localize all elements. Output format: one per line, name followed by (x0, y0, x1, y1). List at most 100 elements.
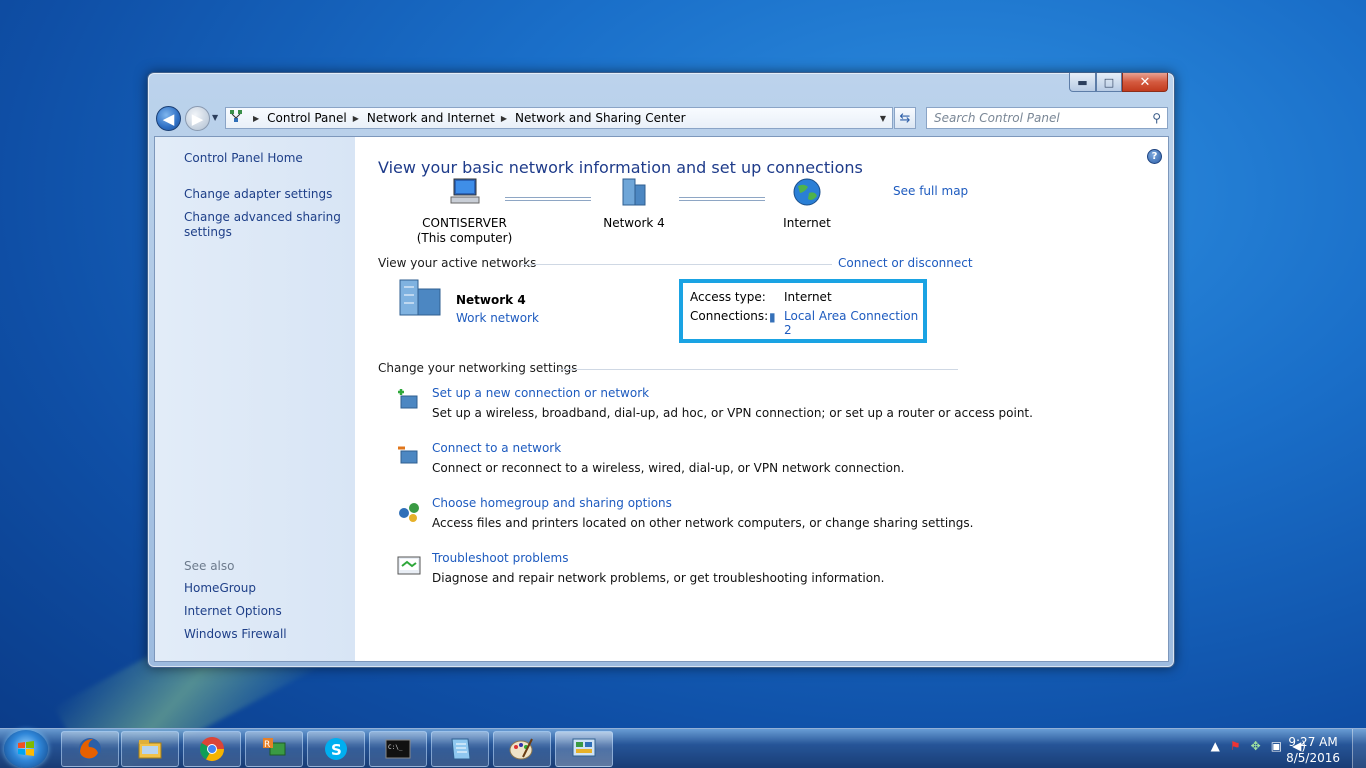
connect-network-icon (398, 446, 418, 464)
taskbar-firefox[interactable] (61, 731, 119, 767)
taskbar-control-panel[interactable] (555, 731, 613, 767)
homegroup-link[interactable]: HomeGroup (184, 581, 344, 596)
see-also-heading: See also (184, 559, 235, 573)
page-title: View your basic network information and … (378, 158, 863, 177)
computer-subtitle: (This computer) (416, 231, 513, 245)
control-panel-home-link[interactable]: Control Panel Home (184, 151, 344, 166)
change-adapter-settings-link[interactable]: Change adapter settings (184, 187, 344, 202)
svg-text:C:\_: C:\_ (388, 744, 403, 751)
section-divider (521, 264, 832, 265)
chrome-icon (199, 737, 224, 762)
access-type-value: Internet (784, 290, 832, 304)
active-network-name: Network 4 (456, 293, 526, 307)
skype-icon: S (325, 738, 347, 760)
homegroup-sharing-desc: Access files and printers located on oth… (432, 516, 974, 530)
setup-connection-desc: Set up a wireless, broadband, dial-up, a… (432, 406, 1033, 420)
connection-line (679, 197, 765, 201)
windows-logo-icon (18, 741, 34, 756)
show-hidden-icons-icon[interactable]: ▲ (1211, 739, 1220, 753)
computer-name: CONTISERVER (422, 216, 507, 230)
map-internet-label: Internet (783, 216, 831, 230)
maximize-button[interactable]: □ (1096, 73, 1122, 92)
taskbar-remote-app[interactable]: R (245, 731, 303, 767)
clock-time: 9:27 AM (1288, 735, 1338, 749)
homegroup-sharing-link[interactable]: Choose homegroup and sharing options (432, 496, 672, 510)
taskbar-command-prompt[interactable]: C:\_ (369, 731, 427, 767)
globe-icon (793, 178, 821, 206)
network-building-icon (622, 178, 646, 206)
start-button[interactable] (4, 730, 48, 768)
breadcrumb-network-sharing-center[interactable]: Network and Sharing Center (515, 111, 686, 125)
map-network-name: Network 4 (603, 216, 665, 230)
control-panel-icon (572, 738, 596, 757)
troubleshoot-icon (397, 556, 421, 575)
map-node-network[interactable]: Network 4 (596, 177, 672, 231)
search-icon[interactable]: ⚲ (1152, 111, 1161, 125)
network-location-icon (229, 109, 247, 127)
caption-buttons: ▬ □ ✕ (1069, 73, 1168, 92)
troubleshoot-desc: Diagnose and repair network problems, or… (432, 571, 885, 585)
connect-network-desc: Connect or reconnect to a wireless, wire… (432, 461, 905, 475)
content-area: Control Panel Home Change adapter settin… (154, 136, 1169, 662)
search-input[interactable]: Search Control Panel ⚲ (926, 107, 1168, 129)
access-type-label: Access type: (690, 290, 766, 304)
network-building-icon (399, 279, 441, 316)
forward-button[interactable]: ▶ (185, 106, 210, 131)
active-networks-heading: View your active networks (378, 256, 537, 270)
local-area-connection-link[interactable]: Local Area Connection 2 (784, 309, 923, 337)
breadcrumb-network-and-internet[interactable]: Network and Internet (367, 111, 495, 125)
troubleshoot-link[interactable]: Troubleshoot problems (432, 551, 568, 565)
homegroup-icon (399, 503, 419, 522)
show-desktop-button[interactable] (1352, 729, 1366, 768)
breadcrumb-separator-icon: ▶ (253, 113, 260, 123)
notepad-icon (451, 738, 471, 760)
network-sharing-center-window: ▬ □ ✕ ◀ ▶ ▼ ▶ Control Panel ▶ Network an… (147, 72, 1175, 668)
taskbar-skype[interactable]: S (307, 731, 365, 767)
network-tray-icon[interactable]: ▣ (1271, 739, 1282, 753)
address-bar[interactable]: ▶ Control Panel ▶ Network and Internet ▶… (225, 107, 893, 129)
left-pane: Control Panel Home Change adapter settin… (155, 137, 355, 661)
clock-date: 8/5/2016 (1286, 751, 1340, 765)
connect-network-link[interactable]: Connect to a network (432, 441, 561, 455)
back-button[interactable]: ◀ (156, 106, 181, 131)
main-pane: View your basic network information and … (378, 137, 1168, 661)
firefox-icon (79, 738, 101, 760)
connect-or-disconnect-link[interactable]: Connect or disconnect (838, 256, 973, 270)
taskbar-notepad[interactable] (431, 731, 489, 767)
chevron-down-icon[interactable]: ▼ (880, 114, 886, 123)
map-node-computer: CONTISERVER (This computer) (412, 177, 517, 246)
close-button[interactable]: ✕ (1122, 73, 1168, 92)
minimize-button[interactable]: ▬ (1069, 73, 1096, 92)
explorer-icon (138, 740, 162, 759)
computer-icon (450, 178, 479, 204)
breadcrumb-control-panel[interactable]: Control Panel (267, 111, 347, 125)
svg-text:R: R (264, 740, 270, 750)
svg-text:S: S (331, 741, 342, 759)
section-divider (558, 369, 958, 370)
connections-label: Connections: (690, 309, 769, 323)
taskbar-explorer[interactable] (121, 731, 179, 767)
internet-options-link[interactable]: Internet Options (184, 604, 344, 619)
map-node-internet[interactable]: Internet (772, 177, 842, 231)
taskbar-chrome[interactable] (183, 731, 241, 767)
network-details-box: Access type: Internet Connections: ▮ Loc… (679, 279, 927, 343)
sync-icon[interactable]: ✥ (1251, 739, 1261, 753)
paint-icon (509, 738, 533, 760)
connection-line (505, 197, 591, 201)
search-placeholder: Search Control Panel (934, 111, 1060, 125)
change-advanced-sharing-link[interactable]: Change advanced sharing settings (184, 210, 344, 240)
refresh-icon: ⇆ (899, 110, 911, 126)
setup-connection-link[interactable]: Set up a new connection or network (432, 386, 649, 400)
recent-pages-dropdown[interactable]: ▼ (212, 113, 218, 122)
taskbar-paint[interactable] (493, 731, 551, 767)
ethernet-plug-icon: ▮ (769, 310, 776, 324)
remote-app-icon: R (263, 738, 286, 756)
new-connection-icon (398, 389, 418, 409)
see-full-map-link[interactable]: See full map (893, 184, 968, 198)
windows-firewall-link[interactable]: Windows Firewall (184, 627, 344, 642)
action-center-flag-icon[interactable]: ⚑ (1230, 739, 1241, 753)
system-clock[interactable]: 9:27 AM 8/5/2016 (1286, 734, 1340, 766)
network-location-link[interactable]: Work network (456, 311, 539, 325)
refresh-button[interactable]: ⇆ (894, 107, 916, 129)
change-settings-heading: Change your networking settings (378, 361, 578, 375)
